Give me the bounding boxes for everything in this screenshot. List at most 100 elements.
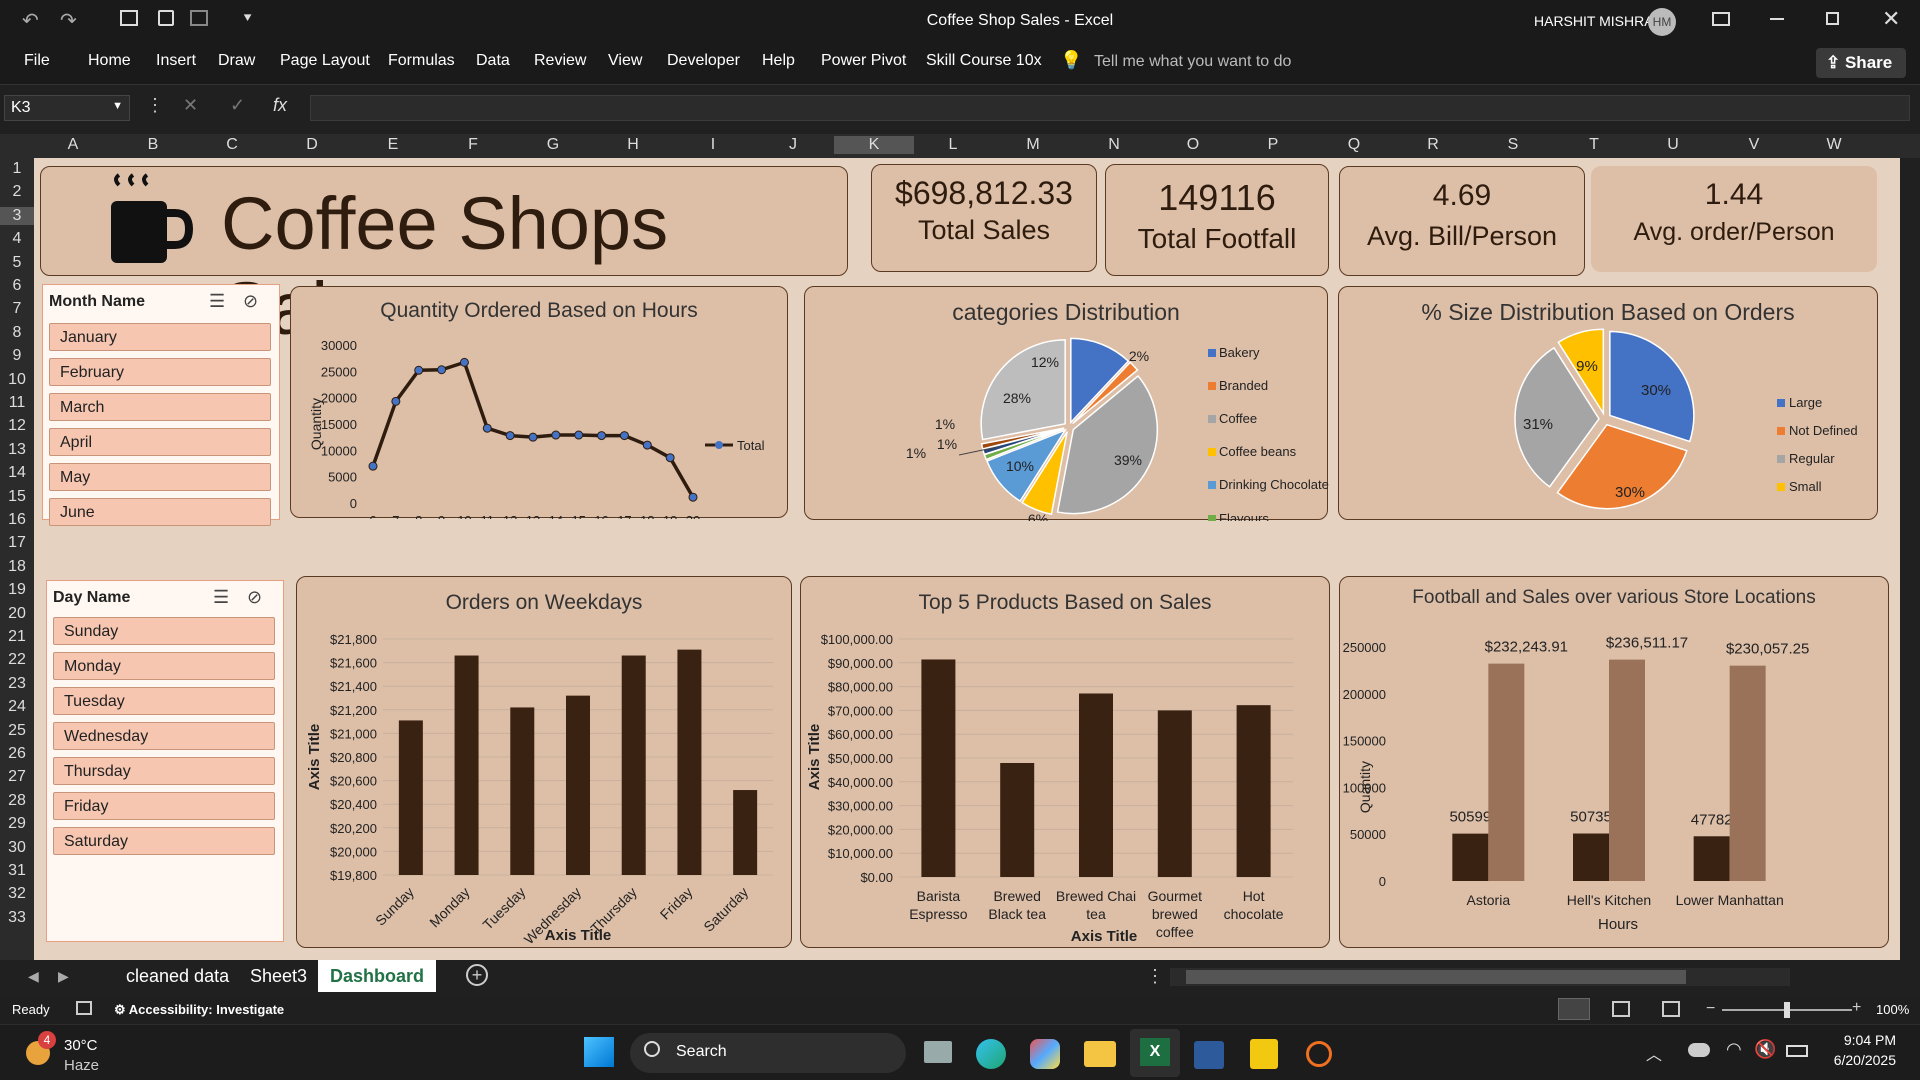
minimize-icon[interactable]: [1770, 18, 1784, 20]
normal-view-icon[interactable]: [1558, 998, 1590, 1020]
insert-function-icon[interactable]: fx: [273, 95, 287, 116]
column-header-T[interactable]: T: [1584, 136, 1604, 154]
show-hidden-icons[interactable]: ︿: [1646, 1041, 1662, 1065]
formula-input[interactable]: [310, 95, 1910, 121]
restore-icon[interactable]: [1826, 12, 1839, 25]
undo-icon[interactable]: ↶: [22, 8, 39, 33]
row-header-26[interactable]: 26: [0, 745, 34, 763]
horizontal-scrollbar[interactable]: [1170, 968, 1790, 986]
tab-developer[interactable]: Developer: [667, 52, 740, 70]
row-header-25[interactable]: 25: [0, 722, 34, 740]
multi-select-icon[interactable]: ☰: [209, 291, 225, 312]
column-header-L[interactable]: L: [943, 136, 963, 154]
column-header-I[interactable]: I: [703, 136, 723, 154]
row-header-15[interactable]: 15: [0, 488, 34, 506]
column-header-N[interactable]: N: [1104, 136, 1124, 154]
column-header-B[interactable]: B: [143, 136, 163, 154]
row-header-30[interactable]: 30: [0, 839, 34, 857]
form-icon[interactable]: [120, 10, 138, 26]
row-header-20[interactable]: 20: [0, 605, 34, 623]
row-header-8[interactable]: 8: [0, 324, 34, 342]
save-icon[interactable]: [158, 10, 174, 26]
chart-top5-products[interactable]: Top 5 Products Based on Sales $100,000.0…: [800, 576, 1330, 948]
row-header-32[interactable]: 32: [0, 885, 34, 903]
column-header-H[interactable]: H: [623, 136, 643, 154]
chart-quantity-by-hours[interactable]: Quantity Ordered Based on Hours 30000 250…: [290, 286, 788, 519]
task-view-icon[interactable]: [924, 1041, 952, 1063]
row-header-1[interactable]: 1: [0, 160, 34, 178]
clear-filter-icon[interactable]: ⊘: [247, 587, 262, 608]
chart-orders-weekdays[interactable]: Orders on Weekdays $21,800 $21,600 $21,400…: [296, 576, 792, 948]
column-header-R[interactable]: R: [1423, 136, 1443, 154]
windows-start-icon[interactable]: [584, 1037, 614, 1067]
row-header-14[interactable]: 14: [0, 464, 34, 482]
row-header-22[interactable]: 22: [0, 651, 34, 669]
scroll-left-icon[interactable]: ◀: [28, 968, 39, 985]
onedrive-icon[interactable]: [1688, 1043, 1710, 1057]
column-header-P[interactable]: P: [1263, 136, 1283, 154]
tab-view[interactable]: View: [608, 52, 642, 70]
column-header-O[interactable]: O: [1183, 136, 1203, 154]
zoom-slider-thumb[interactable]: [1784, 1002, 1790, 1018]
user-name[interactable]: HARSHIT MISHRA: [1534, 13, 1654, 29]
zoom-slider[interactable]: [1722, 1002, 1852, 1018]
row-header-17[interactable]: 17: [0, 534, 34, 552]
dashboard-sheet[interactable]: Coffee Shops Sales $698,812.33 Total Sal…: [34, 158, 1900, 960]
weather-widget[interactable]: 4 30°C Haze: [20, 1031, 140, 1075]
clock-date[interactable]: 6/20/2025: [1810, 1052, 1896, 1068]
row-header-7[interactable]: 7: [0, 300, 34, 318]
column-header-F[interactable]: F: [463, 136, 483, 154]
customize-qat-icon[interactable]: ⯆: [242, 10, 253, 27]
column-header-J[interactable]: J: [783, 136, 803, 154]
column-header-G[interactable]: G: [543, 136, 563, 154]
taskbar-search[interactable]: Search: [630, 1033, 906, 1073]
sheet-tab-cleaned-data[interactable]: cleaned data: [126, 966, 229, 987]
tab-skill-course[interactable]: Skill Course 10x: [926, 52, 1042, 70]
row-header-12[interactable]: 12: [0, 417, 34, 435]
edge-icon[interactable]: [976, 1039, 1006, 1069]
volume-icon[interactable]: 🔇: [1754, 1039, 1776, 1060]
table-icon[interactable]: [190, 10, 208, 26]
row-header-2[interactable]: 2: [0, 183, 34, 201]
slicer-item-sunday[interactable]: Sunday: [53, 617, 275, 645]
slicer-item-june[interactable]: June: [49, 498, 271, 526]
tab-power-pivot[interactable]: Power Pivot: [821, 52, 906, 70]
multi-select-icon[interactable]: ☰: [213, 587, 229, 608]
row-header-28[interactable]: 28: [0, 792, 34, 810]
tab-insert[interactable]: Insert: [156, 52, 196, 70]
column-header-K[interactable]: K: [834, 136, 914, 154]
slicer-item-thursday[interactable]: Thursday: [53, 757, 275, 785]
row-header-24[interactable]: 24: [0, 698, 34, 716]
chart-categories-distribution[interactable]: categories Distribution 12% 2% 39% 6% 10% 1% 1…: [804, 286, 1329, 521]
accessibility-status[interactable]: ⚙ Accessibility: Investigate: [114, 1002, 284, 1018]
month-slicer[interactable]: Month Name ☰ ⊘ January February March Ap…: [42, 284, 280, 526]
row-header-19[interactable]: 19: [0, 581, 34, 599]
row-header-29[interactable]: 29: [0, 815, 34, 833]
column-header-U[interactable]: U: [1663, 136, 1683, 154]
new-sheet-icon[interactable]: +: [466, 964, 488, 986]
column-header-A[interactable]: A: [63, 136, 83, 154]
slicer-item-february[interactable]: February: [49, 358, 271, 386]
slicer-item-wednesday[interactable]: Wednesday: [53, 722, 275, 750]
macro-record-icon[interactable]: [76, 1001, 92, 1015]
scroll-right-icon[interactable]: ▶: [58, 968, 69, 985]
slicer-item-april[interactable]: April: [49, 428, 271, 456]
copilot-icon[interactable]: [1030, 1039, 1060, 1069]
app-icon-orange[interactable]: [1306, 1041, 1332, 1067]
zoom-in-icon[interactable]: +: [1852, 999, 1861, 1017]
sheet-tab-dashboard[interactable]: Dashboard: [318, 960, 437, 992]
slicer-item-saturday[interactable]: Saturday: [53, 827, 275, 855]
tab-file[interactable]: File: [24, 52, 50, 70]
tell-me-search[interactable]: Tell me what you want to do: [1094, 53, 1291, 71]
row-header-13[interactable]: 13: [0, 441, 34, 459]
column-header-Q[interactable]: Q: [1344, 136, 1364, 154]
file-explorer-icon[interactable]: [1084, 1041, 1116, 1067]
column-header-M[interactable]: M: [1023, 136, 1043, 154]
tab-draw[interactable]: Draw: [218, 52, 255, 70]
excel-icon[interactable]: X: [1130, 1029, 1180, 1077]
battery-icon[interactable]: [1786, 1045, 1808, 1057]
tab-review[interactable]: Review: [534, 52, 586, 70]
row-header-10[interactable]: 10: [0, 371, 34, 389]
redo-icon[interactable]: ↷: [60, 8, 77, 33]
wifi-icon[interactable]: ◠: [1726, 1039, 1742, 1060]
